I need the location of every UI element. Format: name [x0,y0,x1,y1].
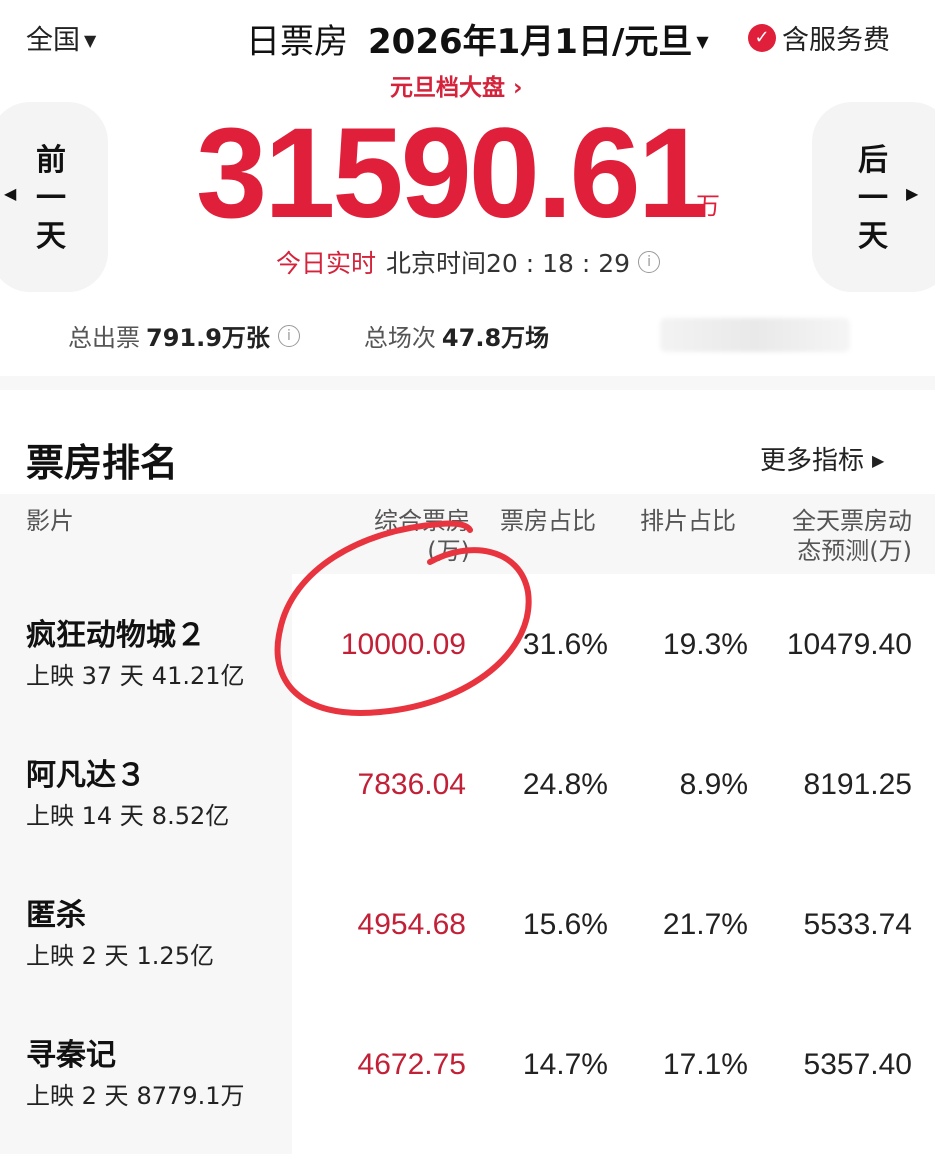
daily-gross: 7836.04 [357,768,466,801]
table-row[interactable]: 阿凡达３ 上映 14 天 8.52亿 7836.04 24.8% 8.9% 819… [0,714,935,854]
release-days: 上映 37 天 [26,662,144,690]
total-box-office: 31590.61 [196,102,709,245]
next-day-label: 后一天 [858,143,888,254]
ranking-title: 票房排名 [26,441,179,485]
movie-meta: 上映 14 天 8.52亿 [26,796,229,831]
movie-name: 寻秦记 [26,1038,116,1073]
release-days: 上映 2 天 [26,1082,129,1110]
col-movie: 影片 [26,507,74,535]
region-selector[interactable]: 全国 ▼ [26,18,96,57]
more-metrics-label: 更多指标 [760,446,865,476]
movie-meta: 上映 2 天 1.25亿 [26,936,214,971]
date-label: 2026年1月1日/元旦 [368,22,693,62]
daily-gross: 10000.09 [340,628,466,661]
blurred-watermark [660,318,850,352]
col-gross[interactable]: 综合票房 (万) [360,506,470,566]
top-bar: 全国 ▼ 日票房 2026年1月1日/元旦 ▼ ✓ 含服务费 [0,0,935,70]
col-forecast-label: 全天票房动 态预测(万) [792,507,912,565]
daily-gross: 4672.75 [357,1048,466,1081]
forecast: 8191.25 [803,768,912,801]
schedule-share: 21.7% [662,908,748,941]
more-metrics-button[interactable]: 更多指标 ▶ [760,440,884,477]
prev-day-button[interactable]: ◀ 前一天 [0,102,108,292]
schedule-share: 19.3% [662,628,748,661]
table-row[interactable]: 疯狂动物城２ 上映 37 天 41.21亿 10000.09 31.6% 19.3… [0,574,935,714]
movie-meta: 上映 37 天 41.21亿 [26,656,245,691]
schedule-share: 17.1% [662,1048,748,1081]
col-share[interactable]: 票房占比 [500,506,596,536]
table-row[interactable]: 寻秦记 上映 2 天 8779.1万 4672.75 14.7% 17.1% 53… [0,994,935,1134]
total-unit: 万 [696,192,720,220]
caret-right-icon: ▶ [872,451,885,470]
gross-share: 14.7% [522,1048,608,1081]
date-selector[interactable]: 日票房 2026年1月1日/元旦 ▼ [246,14,709,63]
movie-name: 匿杀 [26,898,86,933]
release-days: 上映 14 天 [26,802,144,830]
page-title: 日票房 [246,22,348,62]
cumulative-gross: 41.21亿 [151,662,245,690]
table-row[interactable]: 匿杀 上映 2 天 1.25亿 4954.68 15.6% 21.7% 5533.… [0,854,935,994]
tickets-value: 791.9万张 [146,324,270,352]
gross-share: 15.6% [522,908,608,941]
forecast: 5533.74 [803,908,912,941]
release-days: 上映 2 天 [26,942,129,970]
next-day-button[interactable]: 后一天 ▶ [812,102,935,292]
check-icon: ✓ [748,23,776,52]
cumulative-gross: 8.52亿 [151,802,230,830]
realtime-label: 今日实时 [276,249,377,278]
beijing-time: 北京时间20 : 18 : 29 [386,249,631,278]
gross-share: 31.6% [522,628,608,661]
info-icon[interactable]: i [638,251,661,273]
caret-right-icon: ▶ [906,184,919,203]
tickets-label: 总出票 [68,324,140,352]
caret-down-icon: ▼ [84,31,97,50]
forecast: 5357.40 [803,1048,912,1081]
gross-share: 24.8% [522,768,608,801]
caret-left-icon: ◀ [4,184,17,203]
region-label: 全国 [26,25,80,56]
movie-name: 阿凡达３ [26,758,146,793]
daily-gross: 4954.68 [357,908,466,941]
movie-name: 疯狂动物城２ [26,618,206,653]
realtime-row: 今日实时 北京时间20 : 18 : 29 i [276,244,661,280]
cumulative-gross: 1.25亿 [136,942,214,970]
schedule-share: 8.9% [679,768,748,801]
service-fee-label: 含服务费 [782,25,890,56]
info-icon[interactable]: i [277,324,300,347]
shows-label: 总场次 [363,324,436,352]
forecast: 10479.40 [786,628,912,661]
prev-day-label: 前一天 [36,143,66,254]
col-forecast[interactable]: 全天票房动 态预测(万) [776,506,912,566]
col-gross-label: 综合票房 (万) [374,507,470,565]
holiday-market-link[interactable]: 元旦档大盘 › [390,68,523,102]
stats-row: 总出票 791.9万张 i 总场次 47.8万场 [68,318,549,353]
section-divider [0,376,935,390]
shows-value: 47.8万场 [441,324,550,352]
table-header: 影片 综合票房 (万) 票房占比 排片占比 全天票房动 态预测(万) [0,494,935,574]
service-fee-toggle[interactable]: ✓ 含服务费 [748,18,890,57]
caret-down-icon: ▼ [696,32,709,51]
movie-meta: 上映 2 天 8779.1万 [26,1076,245,1111]
cumulative-gross: 8779.1万 [136,1082,245,1110]
col-schedule[interactable]: 排片占比 [640,506,736,536]
